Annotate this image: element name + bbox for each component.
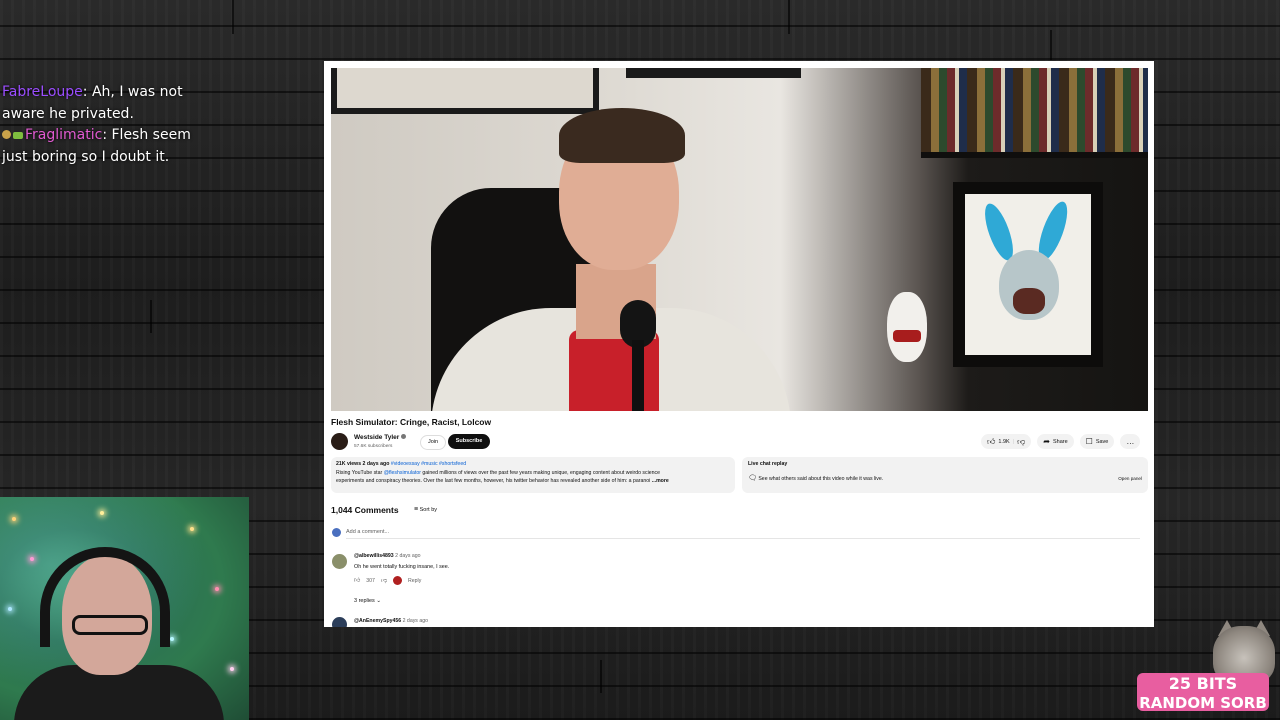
fairy-light xyxy=(12,517,16,521)
share-button[interactable]: ➦ Share xyxy=(1037,434,1074,449)
wall-frame xyxy=(626,68,801,78)
plank-seam xyxy=(788,0,790,34)
bits-promo-badge: 25 BITS RANDOM SORB xyxy=(1137,673,1269,712)
fairy-light xyxy=(8,607,12,611)
show-more-link[interactable]: ...more xyxy=(652,478,669,484)
comment-author[interactable]: @albewillis4893 2 days ago xyxy=(354,553,421,559)
description-box[interactable]: 21K views 2 days ago #videoessay #music … xyxy=(331,457,735,493)
join-button[interactable]: Join xyxy=(420,435,446,450)
bookshelf xyxy=(921,68,1148,152)
fairy-light xyxy=(190,527,194,531)
comment-avatar[interactable] xyxy=(332,554,347,569)
comment-text: Oh he went totally fucking insane, I see… xyxy=(354,564,450,570)
shelf-edge xyxy=(921,152,1148,158)
plank-seam xyxy=(1050,30,1052,60)
more-actions-button[interactable]: … xyxy=(1120,434,1141,449)
view-count: 21K views xyxy=(336,461,362,467)
hashtags[interactable]: #videoessay #music #shortsfeed xyxy=(391,461,466,467)
plank-seam xyxy=(150,300,152,333)
wall-frame xyxy=(331,68,599,114)
mention-link[interactable]: @fleshsimulator xyxy=(384,470,421,476)
thumbs-up-icon[interactable]: 👍︎ xyxy=(354,577,360,585)
view-replies-button[interactable]: 3 replies ⌄ xyxy=(354,598,381,604)
comment-actions: 👍︎ 307 👎︎ Reply xyxy=(354,576,421,585)
video-actions: 👍︎ 1.9K | 👎︎ ➦ Share ☐ Save … xyxy=(981,434,1141,449)
thumbs-down-icon[interactable]: 👎︎ xyxy=(1017,437,1025,446)
stream-chat: FabreLoupe: Ah, I was not aware he priva… xyxy=(2,82,217,168)
add-comment-input[interactable]: Add a comment... xyxy=(346,529,1140,539)
sort-icon: ≡ xyxy=(414,506,419,513)
gift-badge-icon xyxy=(13,132,23,139)
plank-seam xyxy=(600,660,602,693)
promo-line-1: 25 BITS xyxy=(1168,674,1238,693)
fairy-light xyxy=(215,587,219,591)
chat-bubble-icon: 🗨︎ xyxy=(748,475,757,482)
person-hair xyxy=(559,108,685,163)
glasses xyxy=(72,615,148,635)
fairy-light xyxy=(230,667,234,671)
promo-line-2: RANDOM SORB xyxy=(1139,694,1267,712)
bookmark-icon: ☐ xyxy=(1085,436,1093,446)
live-chat-replay-panel: Live chat replay 🗨︎ See what others said… xyxy=(742,457,1148,493)
upload-age: 2 days ago xyxy=(362,461,390,467)
channel-name[interactable]: Westside Tyler xyxy=(354,434,407,441)
creator-heart-icon xyxy=(393,576,403,585)
sub-badge-icon xyxy=(2,130,11,139)
reply-button[interactable]: Reply xyxy=(408,578,421,584)
subscribe-button[interactable]: Subscribe xyxy=(448,434,490,449)
comment-author[interactable]: @AnEnemySpy456 2 days ago xyxy=(354,618,428,624)
fairy-light xyxy=(30,557,34,561)
channel-avatar[interactable] xyxy=(331,433,348,450)
bunny-plush xyxy=(887,292,927,362)
sort-by-button[interactable]: ≡ Sort by xyxy=(414,506,437,514)
open-panel-button[interactable]: Open panel xyxy=(1118,476,1142,481)
more-horizontal-icon: … xyxy=(1126,436,1135,446)
youtube-window: Flesh Simulator: Cringe, Racist, Lolcow … xyxy=(324,61,1154,627)
comments-count: 1,044 Comments xyxy=(331,505,399,515)
verified-icon xyxy=(401,434,407,439)
save-button[interactable]: ☐ Save xyxy=(1079,434,1115,449)
bunny-bow xyxy=(893,330,921,342)
comment-avatar[interactable] xyxy=(332,617,347,627)
plank-seam xyxy=(232,0,234,34)
like-count[interactable]: 1.9K xyxy=(998,439,1009,445)
chevron-down-icon: ⌄ xyxy=(376,598,381,604)
fairy-light xyxy=(100,511,104,515)
user-avatar xyxy=(332,528,341,537)
thumbs-down-icon[interactable]: 👎︎ xyxy=(381,577,387,585)
thumbs-up-icon[interactable]: 👍︎ xyxy=(987,437,995,446)
rabbit-painting xyxy=(953,182,1103,367)
video-player[interactable] xyxy=(331,68,1148,411)
share-icon: ➦ xyxy=(1043,436,1050,446)
video-title: Flesh Simulator: Cringe, Racist, Lolcow xyxy=(331,417,492,427)
microphone-stand xyxy=(632,340,644,411)
chat-message: FabreLoupe: Ah, I was not aware he priva… xyxy=(2,82,217,125)
chat-message: Fraglimatic: Flesh seem just boring so I… xyxy=(2,125,217,168)
chat-username: Fraglimatic xyxy=(25,127,103,143)
chat-username: FabreLoupe xyxy=(2,84,83,100)
comment-like-count: 307 xyxy=(366,577,375,584)
fairy-light xyxy=(170,637,174,641)
like-dislike-group: 👍︎ 1.9K | 👎︎ xyxy=(981,434,1032,449)
subscriber-count: 57.6K subscribers xyxy=(354,444,393,449)
live-chat-title: Live chat replay xyxy=(748,461,788,467)
webcam-feed xyxy=(0,497,249,720)
